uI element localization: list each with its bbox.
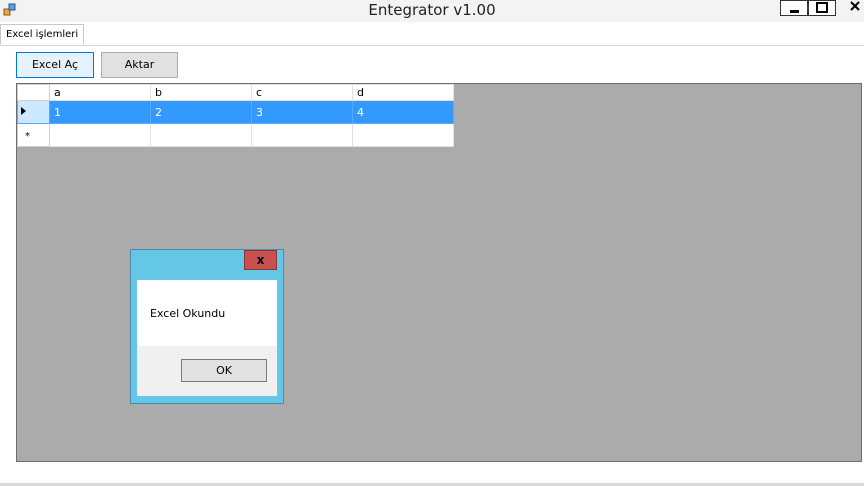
- grid-cell[interactable]: [49, 123, 151, 147]
- maximize-icon: [816, 2, 828, 13]
- dialog-close-icon: x: [256, 253, 265, 267]
- window-title: Entegrator v1.00: [368, 1, 496, 19]
- row-header-selected[interactable]: [17, 100, 50, 124]
- dialog-footer: OK: [137, 346, 277, 396]
- close-button[interactable]: [836, 0, 864, 16]
- minimize-icon: [790, 10, 799, 13]
- new-row-marker: *: [25, 130, 30, 142]
- tab-strip: Excel işlemleri: [0, 22, 864, 46]
- header-row: a b c d: [17, 84, 454, 101]
- ok-button[interactable]: OK: [181, 359, 267, 382]
- column-header-a[interactable]: a: [49, 84, 151, 101]
- minimize-button[interactable]: [780, 0, 808, 16]
- close-icon: [850, 1, 860, 11]
- current-row-arrow-icon: [21, 106, 26, 115]
- transfer-button[interactable]: Aktar: [101, 52, 178, 78]
- column-header-c[interactable]: c: [251, 84, 353, 101]
- grid-cell[interactable]: 2: [150, 100, 252, 124]
- new-row[interactable]: *: [17, 123, 454, 147]
- dialog-close-button[interactable]: x: [244, 250, 277, 270]
- excel-open-button[interactable]: Excel Aç: [16, 52, 94, 78]
- new-row-header[interactable]: *: [17, 123, 50, 147]
- window-titlebar: Entegrator v1.00: [0, 0, 864, 22]
- message-dialog: x Excel Okundu OK: [130, 249, 284, 404]
- dialog-message: Excel Okundu: [150, 307, 226, 320]
- data-grid-table: a b c d 1 2 3 4 *: [17, 84, 454, 147]
- tab-excel-operations[interactable]: Excel işlemleri: [0, 24, 85, 45]
- dialog-body: Excel Okundu OK: [137, 280, 277, 396]
- grid-cell[interactable]: 3: [251, 100, 353, 124]
- grid-cell[interactable]: 1: [49, 100, 151, 124]
- grid-cell[interactable]: [352, 123, 454, 147]
- grid-cell[interactable]: [251, 123, 353, 147]
- column-header-d[interactable]: d: [352, 84, 454, 101]
- column-header-b[interactable]: b: [150, 84, 252, 101]
- corner-header-cell[interactable]: [17, 84, 50, 101]
- table-row[interactable]: 1 2 3 4: [17, 100, 454, 124]
- grid-cell[interactable]: [150, 123, 252, 147]
- grid-cell[interactable]: 4: [352, 100, 454, 124]
- maximize-button[interactable]: [808, 0, 836, 16]
